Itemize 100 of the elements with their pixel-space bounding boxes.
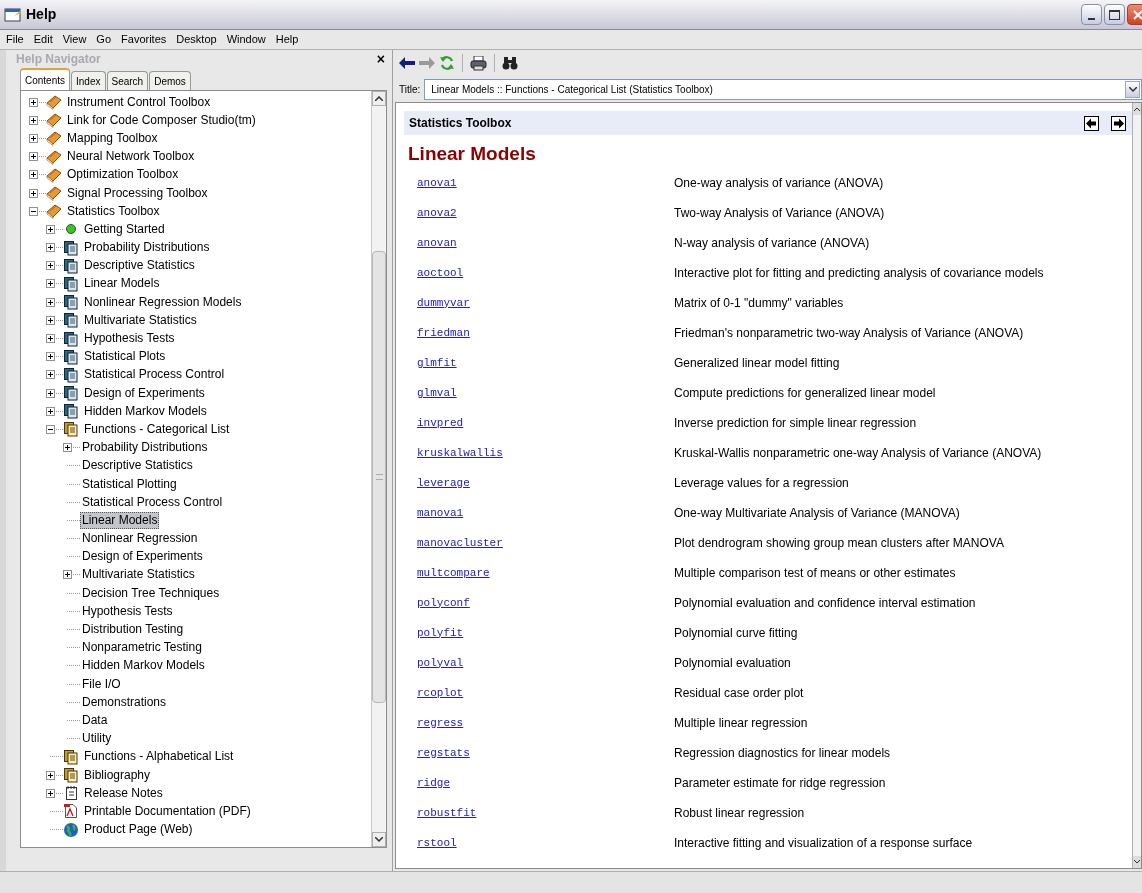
tree-item[interactable]: Probability Distributions	[80, 439, 210, 457]
menu-item[interactable]: Favorites	[121, 31, 167, 48]
tree-item[interactable]: Linear Models	[82, 275, 162, 293]
tree-item[interactable]: Data	[80, 711, 110, 729]
tree-item[interactable]: Decision Tree Techniques	[80, 584, 222, 602]
tree-item[interactable]: Nonlinear Regression	[80, 530, 200, 548]
expand-toggle[interactable]	[46, 352, 55, 362]
expand-toggle[interactable]	[29, 170, 38, 180]
tree-item[interactable]: Statistical Plots	[82, 348, 168, 366]
tree-item[interactable]: Release Notes	[82, 784, 165, 802]
tree-item[interactable]: Descriptive Statistics	[80, 457, 195, 475]
menu-item[interactable]: Edit	[33, 31, 53, 48]
function-link[interactable]: dummyvar	[417, 294, 674, 312]
collapse-toggle[interactable]	[29, 206, 38, 216]
tree-item[interactable]: Mapping Toolbox	[65, 129, 160, 147]
tree-item[interactable]: Demonstrations	[80, 693, 169, 711]
function-link[interactable]: polyconf	[417, 594, 674, 612]
tree-item[interactable]: Hidden Markov Models	[80, 657, 207, 675]
function-link[interactable]: multcompare	[417, 564, 674, 582]
menu-item[interactable]: Go	[96, 31, 112, 48]
tree-item[interactable]: Linear Models	[80, 511, 160, 529]
menu-item[interactable]: Window	[226, 31, 266, 48]
tree-item[interactable]: Neural Network Toolbox	[65, 148, 197, 166]
tab[interactable]: Index	[71, 71, 106, 90]
function-link[interactable]: friedman	[417, 324, 674, 342]
expand-toggle[interactable]	[29, 115, 38, 125]
tree-item[interactable]: Multivariate Statistics	[82, 311, 199, 329]
expand-toggle[interactable]	[46, 315, 55, 325]
tree-item[interactable]: Optimization Toolbox	[65, 166, 181, 184]
tree-item[interactable]: File I/O	[80, 675, 123, 693]
function-link[interactable]: anovan	[417, 234, 674, 252]
expand-toggle[interactable]	[46, 261, 55, 271]
expand-toggle[interactable]	[29, 152, 38, 162]
expand-toggle[interactable]	[46, 297, 55, 307]
close-button[interactable]	[1127, 4, 1142, 25]
tree-item[interactable]: Design of Experiments	[82, 384, 207, 402]
expand-toggle[interactable]	[29, 133, 38, 143]
tree-item[interactable]: Multivariate Statistics	[80, 566, 197, 584]
tree-item[interactable]: Nonlinear Regression Models	[82, 293, 244, 311]
function-link[interactable]: anova2	[417, 204, 674, 222]
title-dropdown[interactable]: Linear Models :: Functions - Categorical List (Statistics Toolbox)	[424, 78, 1142, 100]
tree-item[interactable]: Descriptive Statistics	[82, 257, 197, 275]
tree-item[interactable]: Statistical Process Control	[82, 366, 227, 384]
expand-toggle[interactable]	[46, 243, 55, 253]
expand-toggle[interactable]	[46, 370, 55, 380]
expand-toggle[interactable]	[46, 770, 55, 780]
expand-toggle[interactable]	[46, 788, 55, 798]
previous-page-icon[interactable]	[1084, 115, 1099, 131]
function-link[interactable]: ridge	[417, 774, 674, 792]
function-link[interactable]: invpred	[417, 414, 674, 432]
expand-toggle[interactable]	[29, 97, 38, 107]
function-link[interactable]: regstats	[417, 744, 674, 762]
collapse-toggle[interactable]	[46, 424, 55, 434]
function-link[interactable]: glmfit	[417, 354, 674, 372]
function-link[interactable]: rstool	[417, 834, 674, 852]
function-link[interactable]: kruskalwallis	[417, 444, 674, 462]
expand-toggle[interactable]	[46, 224, 55, 234]
tree-item[interactable]: Hypothesis Tests	[80, 602, 175, 620]
tree-item[interactable]: Printable Documentation (PDF)	[82, 802, 253, 820]
tree-item[interactable]: Design of Experiments	[80, 548, 205, 566]
expand-toggle[interactable]	[46, 334, 55, 344]
menu-item[interactable]: File	[6, 31, 24, 48]
menu-item[interactable]: Help	[275, 31, 299, 48]
scroll-down-icon[interactable]	[375, 837, 383, 842]
function-link[interactable]: glmval	[417, 384, 674, 402]
expand-toggle[interactable]	[29, 188, 38, 198]
tree-item[interactable]: Bibliography	[82, 766, 153, 784]
tree-item[interactable]: Probability Distributions	[82, 239, 212, 257]
function-link[interactable]: polyfit	[417, 624, 674, 642]
refresh-icon[interactable]	[439, 55, 455, 71]
tree-item[interactable]: Getting Started	[82, 220, 167, 238]
expand-toggle[interactable]	[46, 279, 55, 289]
printer-icon[interactable]	[470, 55, 487, 71]
function-link[interactable]: anova1	[417, 174, 674, 192]
tree-item[interactable]: Functions - Categorical List	[82, 420, 232, 438]
tree-item[interactable]: Statistical Process Control	[80, 493, 225, 511]
scroll-down-icon[interactable]	[1134, 860, 1140, 864]
tab[interactable]: Demos	[149, 71, 191, 90]
expand-toggle[interactable]	[46, 388, 55, 398]
back-arrow-icon[interactable]	[399, 57, 415, 69]
expand-toggle[interactable]	[63, 443, 72, 453]
function-link[interactable]: leverage	[417, 474, 674, 492]
expand-toggle[interactable]	[46, 406, 55, 416]
tree-item[interactable]: Link for Code Composer Studio(tm)	[65, 111, 258, 129]
function-link[interactable]: manova1	[417, 504, 674, 522]
binoculars-icon[interactable]	[502, 56, 518, 70]
next-page-icon[interactable]	[1111, 115, 1126, 131]
scroll-up-icon[interactable]	[375, 96, 383, 101]
function-link[interactable]: polyval	[417, 654, 674, 672]
tree-item[interactable]: Nonparametric Testing	[80, 639, 204, 657]
maximize-button[interactable]	[1104, 4, 1125, 25]
tree-item[interactable]: Hypothesis Tests	[82, 330, 177, 348]
minimize-button[interactable]	[1081, 4, 1102, 25]
tree-item[interactable]: Utility	[80, 730, 114, 748]
menu-item[interactable]: View	[62, 31, 87, 48]
function-link[interactable]: manovacluster	[417, 534, 674, 552]
close-button[interactable]: ×	[376, 52, 385, 66]
expand-toggle[interactable]	[63, 570, 72, 580]
tree-item[interactable]: Functions - Alphabetical List	[82, 748, 236, 766]
tree-item[interactable]: Instrument Control Toolbox	[65, 93, 213, 111]
